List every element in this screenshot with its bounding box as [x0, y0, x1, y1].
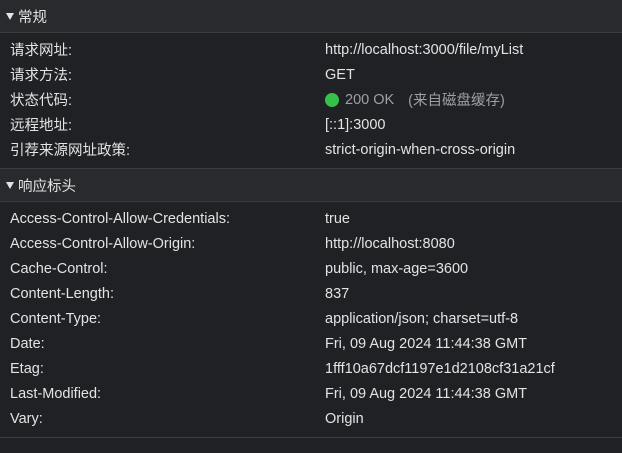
row-value[interactable]: [::1]:3000 — [325, 117, 385, 133]
status-code-row: 状态代码: 200 OK (来自磁盘缓存) — [0, 87, 622, 112]
row-value[interactable]: GET — [325, 67, 355, 83]
row-value[interactable]: strict-origin-when-cross-origin — [325, 142, 515, 158]
expand-triangle-icon[interactable] — [6, 182, 14, 189]
request-url-row: 请求网址: http://localhost:3000/file/myList — [0, 37, 622, 62]
row-value[interactable]: http://localhost:8080 — [325, 236, 455, 252]
general-section-title: 常规 — [18, 9, 47, 26]
row-value[interactable]: Fri, 09 Aug 2024 11:44:38 GMT — [325, 336, 527, 352]
row-value[interactable]: 200 OK (来自磁盘缓存) — [325, 89, 505, 110]
header-row: Vary: Origin — [0, 406, 622, 431]
row-value[interactable]: public, max-age=3600 — [325, 261, 468, 277]
row-key: Etag: — [10, 360, 44, 377]
row-key: Access-Control-Allow-Origin: — [10, 235, 196, 252]
header-row: Date: Fri, 09 Aug 2024 11:44:38 GMT — [0, 331, 622, 356]
row-key: Date: — [10, 335, 45, 352]
row-key: Access-Control-Allow-Credentials: — [10, 210, 230, 227]
request-method-row: 请求方法: GET — [0, 62, 622, 87]
response-headers-section: 响应标头 Access-Control-Allow-Credentials: t… — [0, 169, 622, 438]
header-row: Etag: 1fff10a67dcf1197e1d2108cf31a21cf — [0, 356, 622, 381]
general-section-header[interactable]: 常规 — [0, 0, 622, 33]
general-rows: 请求网址: http://localhost:3000/file/myList … — [0, 33, 622, 169]
header-row: Content-Type: application/json; charset=… — [0, 306, 622, 331]
remote-address-row: 远程地址: [::1]:3000 — [0, 112, 622, 137]
row-key: Cache-Control: — [10, 260, 108, 277]
row-value[interactable]: http://localhost:3000/file/myList — [325, 42, 523, 58]
row-key: 请求网址: — [10, 43, 73, 59]
row-value[interactable]: Origin — [325, 411, 364, 427]
row-value[interactable]: application/json; charset=utf-8 — [325, 311, 518, 327]
response-headers-rows: Access-Control-Allow-Credentials: true A… — [0, 202, 622, 438]
row-value[interactable]: true — [325, 211, 350, 227]
general-section: 常规 请求网址: http://localhost:3000/file/myLi… — [0, 0, 622, 169]
status-cache-note: (来自磁盘缓存) — [408, 93, 505, 109]
row-key: Vary: — [10, 410, 43, 427]
row-key: 远程地址: — [10, 118, 73, 134]
row-value[interactable]: 1fff10a67dcf1197e1d2108cf31a21cf — [325, 361, 555, 377]
response-headers-section-title: 响应标头 — [18, 178, 76, 195]
header-row: Access-Control-Allow-Credentials: true — [0, 206, 622, 231]
status-code-text: 200 OK — [345, 91, 395, 108]
expand-triangle-icon[interactable] — [6, 13, 14, 20]
row-key: 状态代码: — [10, 93, 73, 109]
header-row: Cache-Control: public, max-age=3600 — [0, 256, 622, 281]
response-headers-section-header[interactable]: 响应标头 — [0, 169, 622, 202]
row-key: 请求方法: — [10, 68, 73, 84]
row-key: 引荐来源网址政策: — [10, 143, 131, 159]
header-row: Access-Control-Allow-Origin: http://loca… — [0, 231, 622, 256]
row-key: Content-Type: — [10, 310, 102, 327]
row-value[interactable]: Fri, 09 Aug 2024 11:44:38 GMT — [325, 386, 527, 402]
row-value[interactable]: 837 — [325, 286, 349, 302]
header-row: Last-Modified: Fri, 09 Aug 2024 11:44:38… — [0, 381, 622, 406]
header-row: Content-Length: 837 — [0, 281, 622, 306]
row-key: Last-Modified: — [10, 385, 102, 402]
row-key: Content-Length: — [10, 285, 114, 302]
referrer-policy-row: 引荐来源网址政策: strict-origin-when-cross-origi… — [0, 137, 622, 162]
status-dot-icon — [325, 92, 339, 107]
